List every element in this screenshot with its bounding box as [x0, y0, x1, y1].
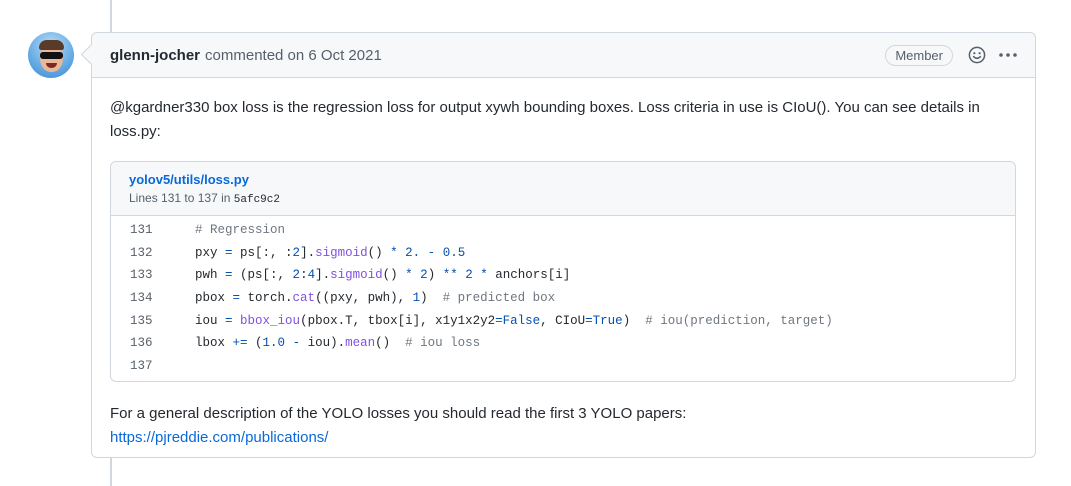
avatar-hair — [39, 40, 64, 50]
code-line: pxy = ps[:, :2].sigmoid() * 2. - 0.5 — [195, 245, 466, 260]
footer-text: For a general description of the YOLO lo… — [110, 405, 687, 423]
line-number[interactable]: 132 — [111, 241, 169, 265]
comment-body: @kgardner330 box loss is the regression … — [92, 78, 1035, 450]
code-row: 136 lbox += (1.0 - iou).mean() # iou los… — [111, 332, 1015, 355]
comment-header: glenn-jocher commented on 6 Oct 2021 Mem… — [92, 33, 1035, 78]
snippet-lines-info: Lines 131 to 137 in 5afc9c2 — [129, 189, 997, 209]
snippet-lines-range: Lines 131 to 137 in — [129, 191, 231, 205]
comment-timestamp[interactable]: commented on 6 Oct 2021 — [205, 47, 382, 64]
line-number[interactable]: 131 — [111, 218, 169, 242]
line-number[interactable]: 133 — [111, 263, 169, 287]
avatar-sunglasses — [40, 52, 63, 59]
comment-text: @kgardner330 box loss is the regression … — [110, 99, 980, 140]
code-row: 137 — [111, 355, 1015, 378]
member-badge: Member — [885, 44, 953, 66]
code-row: 133 pwh = (ps[:, 2:4].sigmoid() * 2) ** … — [111, 264, 1015, 287]
timeline-line-bottom — [110, 457, 112, 486]
avatar[interactable] — [28, 32, 74, 78]
publications-link[interactable]: https://pjreddie.com/publications/ — [110, 429, 328, 446]
line-number[interactable]: 137 — [111, 354, 169, 378]
code-row: 135 iou = bbox_iou(pbox.T, tbox[i], x1y1… — [111, 309, 1015, 332]
smiley-icon[interactable] — [967, 45, 987, 65]
comment-header-actions: Member — [885, 44, 1019, 66]
code-row: 134 pbox = torch.cat((pxy, pwh), 1) # pr… — [111, 287, 1015, 310]
code-table: 131 # Regression 132 pxy = ps[:, :2].sig… — [111, 216, 1015, 381]
code-line: lbox += (1.0 - iou).mean() # iou loss — [195, 336, 481, 351]
snippet-commit-sha[interactable]: 5afc9c2 — [234, 194, 280, 206]
kebab-horizontal-icon[interactable] — [997, 45, 1019, 65]
snippet-file-link[interactable]: yolov5/utils/loss.py — [129, 172, 997, 188]
comment-card: glenn-jocher commented on 6 Oct 2021 Mem… — [91, 32, 1036, 458]
code-line: iou = bbox_iou(pbox.T, tbox[i], x1y1x2y2… — [195, 313, 833, 328]
author-link[interactable]: glenn-jocher — [110, 47, 200, 64]
snippet-header: yolov5/utils/loss.py Lines 131 to 137 in… — [111, 162, 1015, 216]
timeline-line-top — [110, 0, 112, 32]
line-number[interactable]: 135 — [111, 309, 169, 333]
code-row: 132 pxy = ps[:, :2].sigmoid() * 2. - 0.5 — [111, 242, 1015, 265]
code-line: # Regression — [195, 223, 286, 238]
code-row: 131 # Regression — [111, 219, 1015, 242]
code-line: pbox = torch.cat((pxy, pwh), 1) # predic… — [195, 291, 556, 306]
code-snippet: yolov5/utils/loss.py Lines 131 to 137 in… — [110, 161, 1016, 383]
line-number[interactable]: 134 — [111, 286, 169, 310]
code-line: pwh = (ps[:, 2:4].sigmoid() * 2) ** 2 * … — [195, 268, 571, 283]
footer-text-block: For a general description of the YOLO lo… — [110, 402, 1017, 450]
line-number[interactable]: 136 — [111, 331, 169, 355]
